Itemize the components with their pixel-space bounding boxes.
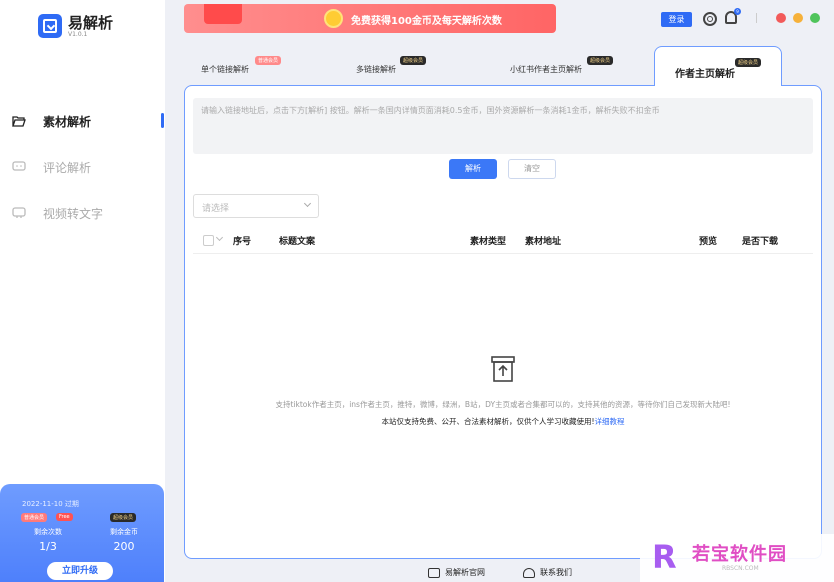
maximize-icon[interactable] [810,13,820,23]
gear-icon[interactable] [703,12,717,26]
tab-multi-link[interactable]: 多链接解析 超级会员 [356,56,427,75]
sidebar-item-video-to-text[interactable]: 视频转文字 [12,202,162,224]
chevron-down-icon[interactable] [215,233,224,242]
watermark-sub: RBSCN.COM [722,565,759,572]
sidebar-item-label: 评论解析 [43,160,92,175]
remaining-value: 1/3 [39,540,57,553]
notice-text: 本站仅支持免费、公开、合法素材解析，仅供个人学习收藏使用! [381,417,595,426]
video-text-icon [12,207,26,218]
empty-hint: 支持tiktok作者主页，ins作者主页，推特，微博，绿洲，B站，DY主页或者合… [275,400,731,409]
tab-xiaohongshu-author[interactable]: 小红书作者主页解析 超级会员 [510,56,614,75]
table-header: 序号 标题文案 素材类型 素材地址 预览 是否下载 [193,226,813,254]
banner-text: 免费获得100金币及每天解析次数 [351,16,502,27]
watermark-logo: R [652,538,677,576]
upgrade-button[interactable]: 立即升级 [47,562,113,580]
parse-button[interactable]: 解析 [449,159,497,179]
divider [756,13,757,23]
membership-card: 2022-11-10 过期 普通会员 Free 超级会员 剩余次数 1/3 剩余… [0,484,164,582]
tab-badge: 超级会员 [400,56,427,65]
contact-link[interactable]: 联系我们 [523,567,572,578]
footer-label: 易解析官网 [445,568,485,577]
col-index: 序号 [233,237,252,247]
watermark-text: 若宝软件园 [692,544,787,565]
official-site-link[interactable]: 易解析官网 [428,567,485,578]
badge-super-member: 超级会员 [110,513,137,522]
col-preview: 预览 [699,237,718,247]
download-box-icon [38,14,62,38]
sidebar: 易解析 V1.0.1 素材解析 评论解析 视频转文字 2022-11-10 过期… [0,0,165,582]
tab-label: 小红书作者主页解析 [510,65,582,74]
gift-icon [204,4,242,24]
watermark: R 若宝软件园 RBSCN.COM [640,534,834,582]
select-all-checkbox[interactable] [203,235,214,246]
sidebar-item-comment-parse[interactable]: 评论解析 [12,156,162,178]
tab-label: 单个链接解析 [201,65,249,74]
clear-button[interactable]: 清空 [508,159,556,179]
coin-icon [324,9,343,28]
tab-badge: 普通会员 [255,56,282,65]
tab-badge: 超级会员 [735,58,762,67]
headset-icon [523,567,535,578]
tab-single-link[interactable]: 单个链接解析 普通会员 [201,56,282,75]
archive-upload-icon [491,356,515,382]
notification-badge: 9 [734,8,741,15]
chevron-down-icon [303,199,312,208]
remaining-coins: 剩余金币 200 [106,527,142,553]
promo-banner[interactable]: 免费获得100金币及每天解析次数 [184,4,556,33]
tutorial-link[interactable]: 详细教程 [595,417,625,426]
col-title: 标题文案 [279,237,316,247]
remaining-label: 剩余次数 [34,528,62,536]
badge-normal-member: 普通会员 [21,513,48,522]
col-type: 素材类型 [470,237,507,247]
app-logo: 易解析 V1.0.1 [38,14,113,38]
app-name: 易解析 [68,13,114,32]
tab-label: 多链接解析 [356,65,396,74]
monitor-icon [428,567,440,578]
type-select[interactable]: 请选择 [193,194,319,218]
coins-value: 200 [113,540,135,553]
main-panel: 请输入链接地址后，点击下方[解析] 按钮。解析一条国内详情页面消耗0.5金币，国… [184,85,822,559]
expire-date: 2022-11-10 过期 [22,500,79,508]
app-version: V1.0.1 [68,30,88,38]
tab-label: 作者主页解析 [675,69,735,80]
tab-badge: 超级会员 [587,56,614,65]
active-indicator [161,113,164,128]
sidebar-item-material-parse[interactable]: 素材解析 [12,110,162,132]
sidebar-item-label: 素材解析 [43,114,92,129]
col-url: 素材地址 [525,237,562,247]
badge-free: Free [56,513,73,521]
notice: 本站仅支持免费、公开、合法素材解析，仅供个人学习收藏使用!详细教程 [185,416,821,427]
remaining-count: 剩余次数 1/3 [30,527,66,553]
minimize-icon[interactable] [793,13,803,23]
link-input[interactable]: 请输入链接地址后，点击下方[解析] 按钮。解析一条国内详情页面消耗0.5金币，国… [193,98,813,154]
footer-label: 联系我们 [540,568,572,577]
tab-author-homepage[interactable]: 作者主页解析 超级会员 [654,46,782,86]
close-icon[interactable] [776,13,786,23]
comment-icon [12,161,26,171]
login-button[interactable]: 登录 [661,12,692,27]
select-placeholder: 请选择 [202,204,230,214]
coins-label: 剩余金币 [110,528,138,536]
folder-open-icon [12,116,26,127]
col-download: 是否下载 [742,237,779,247]
sidebar-item-label: 视频转文字 [43,206,104,221]
